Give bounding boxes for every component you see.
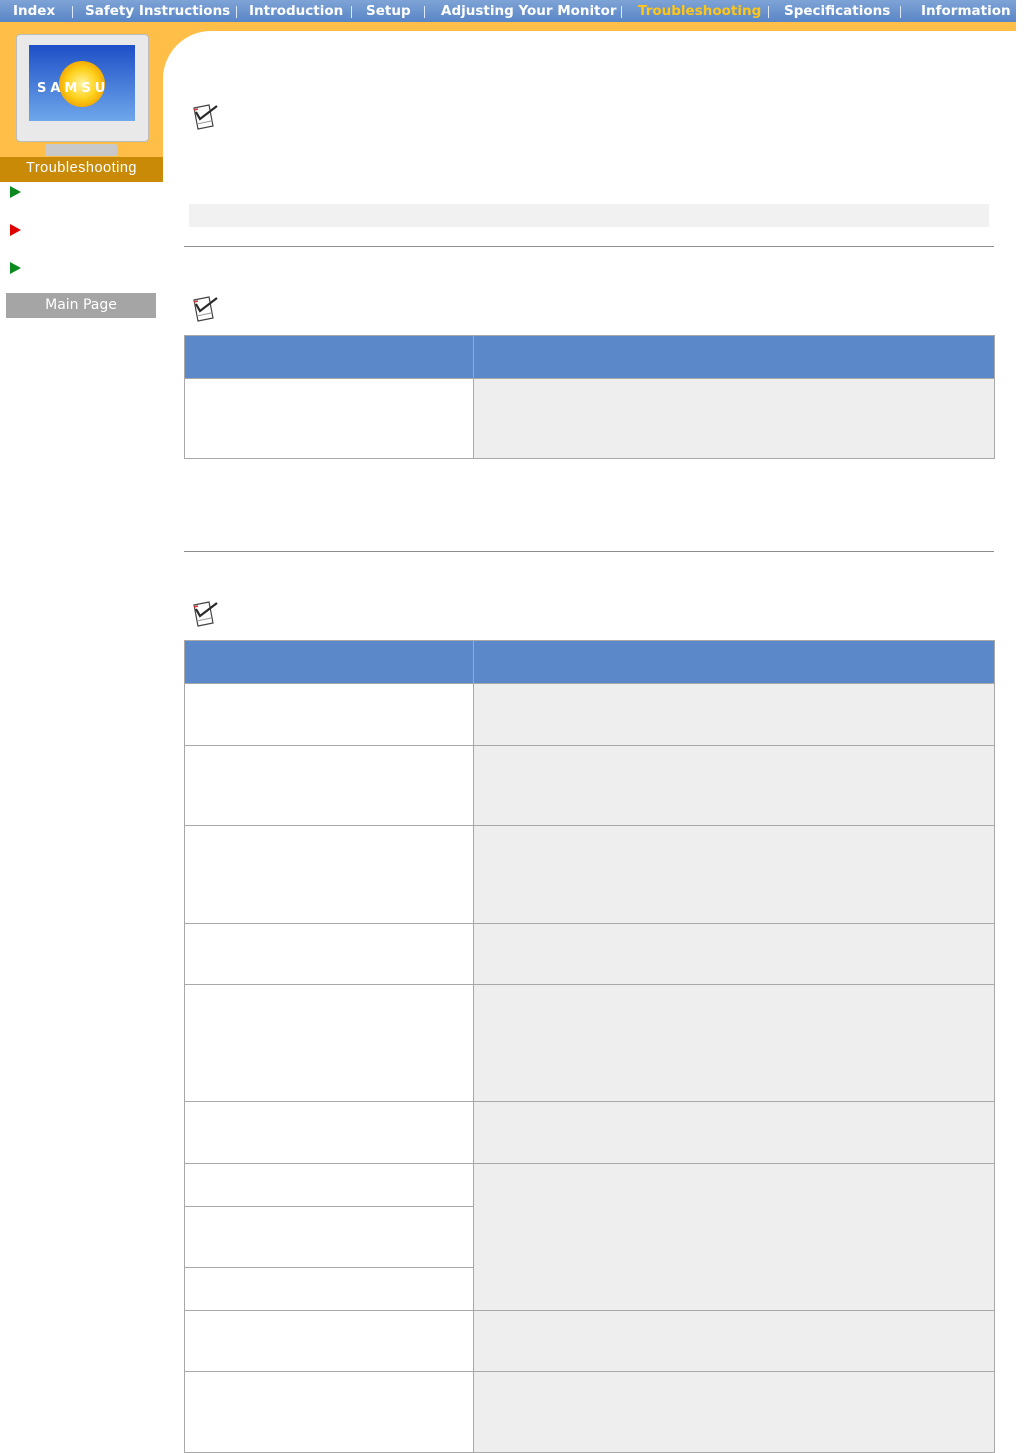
symptom-cell (184, 683, 474, 746)
troubleshooting-table-2 (184, 640, 995, 1453)
monitor-stand (45, 144, 117, 156)
solution-cell (473, 1310, 995, 1372)
table-row (184, 825, 995, 924)
red-arrow-icon[interactable] (10, 224, 21, 236)
nav-adjusting-your-monitor[interactable]: Adjusting Your Monitor (441, 3, 617, 19)
solution-cell (473, 1101, 995, 1164)
green-arrow-icon[interactable] (10, 262, 21, 274)
nav-separator (236, 6, 237, 18)
symptom-cell (184, 1163, 474, 1207)
nav-information[interactable]: Information (921, 3, 1011, 19)
table-header-cell (473, 335, 995, 379)
nav-introduction[interactable]: Introduction (249, 3, 343, 19)
nav-safety-instructions[interactable]: Safety Instructions (85, 3, 230, 19)
nav-separator (621, 6, 622, 18)
table-header-row (184, 640, 995, 684)
symptom-cell (184, 984, 474, 1102)
monitor-screen: SAMSU (29, 45, 135, 121)
top-navigation-bar: Index Safety Instructions Introduction S… (0, 0, 1016, 22)
table-row (184, 1163, 995, 1311)
table-row (184, 378, 995, 459)
solution-cell (473, 378, 995, 459)
table-header-cell (184, 640, 474, 684)
solution-cell (473, 1163, 995, 1311)
nav-troubleshooting[interactable]: Troubleshooting (638, 3, 761, 19)
green-arrow-icon[interactable] (10, 186, 21, 198)
symptom-cell (184, 1206, 474, 1268)
content-curve-corner (163, 31, 283, 151)
nav-setup[interactable]: Setup (366, 3, 411, 19)
table-row (184, 1101, 995, 1164)
nav-separator (424, 6, 425, 18)
divider (184, 551, 994, 552)
solution-cell (473, 825, 995, 924)
table-row (184, 923, 995, 985)
symptom-cell (184, 745, 474, 826)
solution-cell (473, 923, 995, 985)
symptom-cell (184, 1101, 474, 1164)
checklist-pencil-icon (193, 104, 218, 130)
info-bar (189, 204, 989, 227)
brand-logo: SAMSU (37, 81, 110, 96)
nav-separator (72, 6, 73, 18)
table-header-cell (184, 335, 474, 379)
symptom-cell (184, 1310, 474, 1372)
solution-cell (473, 984, 995, 1102)
table-header-row (184, 335, 995, 379)
nav-specifications[interactable]: Specifications (784, 3, 890, 19)
symptom-cell (184, 378, 474, 459)
solution-cell (473, 683, 995, 746)
nav-separator (768, 6, 769, 18)
nav-index[interactable]: Index (13, 3, 55, 19)
checklist-pencil-icon (193, 296, 218, 322)
troubleshooting-table-1 (184, 335, 995, 459)
solution-cell (473, 745, 995, 826)
nav-separator (351, 6, 352, 18)
symptom-cell (184, 825, 474, 924)
divider (184, 246, 994, 247)
symptom-cell (184, 1371, 474, 1453)
table-row (184, 683, 995, 746)
table-row (184, 1371, 995, 1453)
table-row (184, 745, 995, 826)
symptom-cell (184, 1267, 474, 1311)
table-header-cell (473, 640, 995, 684)
nav-separator (900, 6, 901, 18)
section-title: Troubleshooting (0, 157, 163, 182)
solution-cell (473, 1371, 995, 1453)
table-row (184, 984, 995, 1102)
symptom-cell (184, 923, 474, 985)
checklist-pencil-icon (193, 601, 218, 627)
monitor-illustration: SAMSU (16, 34, 149, 142)
table-row (184, 1310, 995, 1372)
main-page-button[interactable]: Main Page (6, 293, 156, 318)
